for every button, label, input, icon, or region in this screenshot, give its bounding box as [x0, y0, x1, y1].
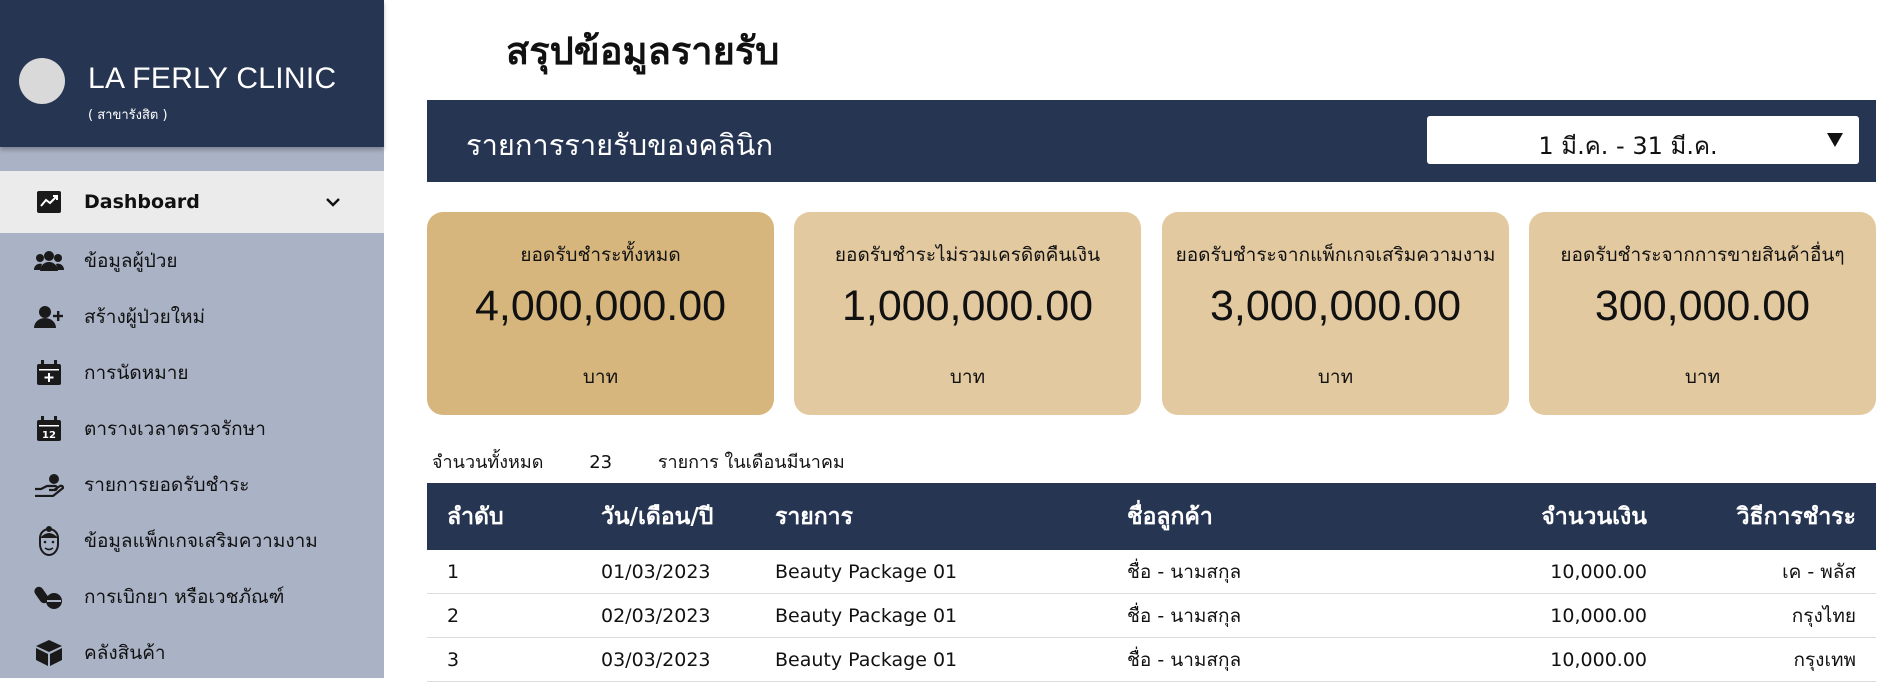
sidebar: LA FERLY CLINIC ( สาขารังสิต ) Dashboard… — [0, 0, 384, 678]
card-unit: บาท — [1317, 366, 1354, 388]
card-unit: บาท — [949, 366, 986, 388]
table-header: ลำดับ วัน/เดือน/ปี รายการ ชื่อลูกค้า จำน… — [427, 483, 1876, 550]
col-header-order[interactable]: ลำดับ — [447, 483, 504, 550]
income-banner: รายการรายรับของคลินิก 1 มี.ค. - 31 มี.ค. — [427, 100, 1876, 182]
cell-order: 1 — [447, 560, 460, 583]
sidebar-item-appointments[interactable]: การนัดหมาย — [0, 345, 384, 401]
col-header-date[interactable]: วัน/เดือน/ปี — [601, 483, 713, 550]
users-icon — [34, 246, 64, 276]
record-count-summary: จำนวนทั้งหมด 23 รายการ ในเดือนมีนาคม — [432, 447, 845, 476]
card-label: ยอดรับชำระทั้งหมด — [520, 244, 681, 266]
sidebar-item-label: สร้างผู้ป่วยใหม่ — [84, 306, 206, 328]
cell-payment-method: เค - พลัส — [1782, 560, 1856, 583]
cell-item: Beauty Package 01 — [775, 604, 958, 627]
sidebar-item-label: การเบิกยา หรือเวชภัณฑ์ — [84, 586, 285, 608]
calendar-plus-icon — [34, 358, 64, 388]
cell-order: 3 — [447, 648, 460, 671]
cell-order: 2 — [447, 604, 460, 627]
svg-text:12: 12 — [42, 430, 56, 441]
card-label: ยอดรับชำระจากการขายสินค้าอื่นๆ — [1560, 244, 1845, 266]
sidebar-item-label: คลังสินค้า — [84, 642, 166, 664]
summary-cards: ยอดรับชำระทั้งหมด 4,000,000.00 บาท ยอดรั… — [427, 212, 1876, 415]
chevron-down-icon[interactable] — [324, 193, 342, 211]
card-payments-excluding-refunds: ยอดรับชำระไม่รวมเครดิตคืนเงิน 1,000,000.… — [794, 212, 1141, 415]
card-beauty-package-payments: ยอดรับชำระจากแพ็กเกจเสริมความงาม 3,000,0… — [1162, 212, 1509, 415]
card-value: 1,000,000.00 — [841, 282, 1094, 330]
sidebar-item-label: การนัดหมาย — [84, 362, 189, 384]
cell-date: 03/03/2023 — [601, 648, 711, 671]
table-row[interactable]: 2 02/03/2023 Beauty Package 01 ชื่อ - นา… — [427, 594, 1876, 638]
cell-payment-method: กรุงเทพ — [1793, 648, 1856, 671]
sidebar-item-label: รายการยอดรับชำระ — [84, 474, 250, 496]
dropdown-arrow-icon — [1827, 133, 1843, 147]
col-header-amount[interactable]: จำนวนเงิน — [1541, 483, 1647, 550]
sidebar-item-label: ตารางเวลาตรวจรักษา — [84, 418, 266, 440]
beauty-face-icon — [34, 526, 64, 556]
add-user-icon — [34, 302, 64, 332]
card-unit: บาท — [582, 366, 619, 388]
card-other-product-payments: ยอดรับชำระจากการขายสินค้าอื่นๆ 300,000.0… — [1529, 212, 1876, 415]
clinic-branch: ( สาขารังสิต ) — [88, 108, 168, 123]
sidebar-item-new-patient[interactable]: สร้างผู้ป่วยใหม่ — [0, 289, 384, 345]
pills-icon — [34, 582, 64, 612]
cell-item: Beauty Package 01 — [775, 648, 958, 671]
calendar-12-icon: 12 — [34, 414, 64, 444]
date-range-select[interactable]: 1 มี.ค. - 31 มี.ค. — [1427, 116, 1859, 164]
cell-payment-method: กรุงไทย — [1791, 604, 1856, 627]
card-label: ยอดรับชำระจากแพ็กเกจเสริมความงาม — [1175, 244, 1496, 266]
cell-customer: ชื่อ - นามสกุล — [1127, 604, 1242, 627]
brand-header: LA FERLY CLINIC ( สาขารังสิต ) — [0, 0, 384, 147]
cell-date: 02/03/2023 — [601, 604, 711, 627]
summary-suffix: รายการ ในเดือนมีนาคม — [657, 452, 845, 473]
chart-icon — [34, 187, 64, 217]
col-header-payment-method[interactable]: วิธีการชำระ — [1737, 483, 1856, 550]
sidebar-item-payments[interactable]: รายการยอดรับชำระ — [0, 457, 384, 513]
sidebar-item-label: Dashboard — [84, 191, 200, 213]
cell-customer: ชื่อ - นามสกุล — [1127, 648, 1242, 671]
sidebar-item-label: ข้อมูลผู้ป่วย — [84, 250, 178, 272]
summary-count: 23 — [589, 452, 613, 473]
main-content: สรุปข้อมูลรายรับ รายการรายรับของคลินิก 1… — [384, 0, 1902, 682]
table-row[interactable]: 3 03/03/2023 Beauty Package 01 ชื่อ - นา… — [427, 638, 1876, 682]
clinic-name: LA FERLY CLINIC — [88, 62, 337, 95]
income-table: ลำดับ วัน/เดือน/ปี รายการ ชื่อลูกค้า จำน… — [427, 483, 1876, 682]
col-header-item[interactable]: รายการ — [775, 483, 853, 550]
page-title: สรุปข้อมูลรายรับ — [506, 29, 780, 73]
sidebar-item-patients[interactable]: ข้อมูลผู้ป่วย — [0, 233, 384, 289]
hand-coin-icon — [34, 470, 64, 500]
box-icon — [34, 638, 64, 668]
sidebar-item-inventory[interactable]: คลังสินค้า — [0, 625, 384, 681]
cell-item: Beauty Package 01 — [775, 560, 958, 583]
card-label: ยอดรับชำระไม่รวมเครดิตคืนเงิน — [834, 244, 1101, 266]
cell-amount: 10,000.00 — [1550, 648, 1647, 671]
sidebar-item-schedule[interactable]: 12 ตารางเวลาตรวจรักษา — [0, 401, 384, 457]
card-value: 3,000,000.00 — [1209, 282, 1462, 330]
cell-customer: ชื่อ - นามสกุล — [1127, 560, 1242, 583]
table-row[interactable]: 1 01/03/2023 Beauty Package 01 ชื่อ - นา… — [427, 550, 1876, 594]
card-unit: บาท — [1684, 366, 1721, 388]
sidebar-menu: Dashboard ข้อมูลผู้ป่วย สร้างผู้ป่วยใหม่… — [0, 171, 384, 681]
card-value: 4,000,000.00 — [474, 282, 727, 330]
sidebar-item-beauty-packages[interactable]: ข้อมูลแพ็กเกจเสริมความงาม — [0, 513, 384, 569]
banner-title: รายการรายรับของคลินิก — [466, 128, 774, 162]
clinic-logo-avatar — [19, 58, 65, 104]
summary-prefix: จำนวนทั้งหมด — [432, 452, 544, 473]
card-total-payments: ยอดรับชำระทั้งหมด 4,000,000.00 บาท — [427, 212, 774, 415]
cell-amount: 10,000.00 — [1550, 604, 1647, 627]
cell-date: 01/03/2023 — [601, 560, 711, 583]
sidebar-item-dashboard[interactable]: Dashboard — [0, 171, 384, 233]
sidebar-item-medicine-withdrawal[interactable]: การเบิกยา หรือเวชภัณฑ์ — [0, 569, 384, 625]
card-value: 300,000.00 — [1594, 282, 1811, 330]
cell-amount: 10,000.00 — [1550, 560, 1647, 583]
col-header-customer[interactable]: ชื่อลูกค้า — [1127, 483, 1213, 550]
sidebar-item-label: ข้อมูลแพ็กเกจเสริมความงาม — [84, 530, 318, 552]
date-range-value: 1 มี.ค. - 31 มี.ค. — [1538, 132, 1718, 160]
